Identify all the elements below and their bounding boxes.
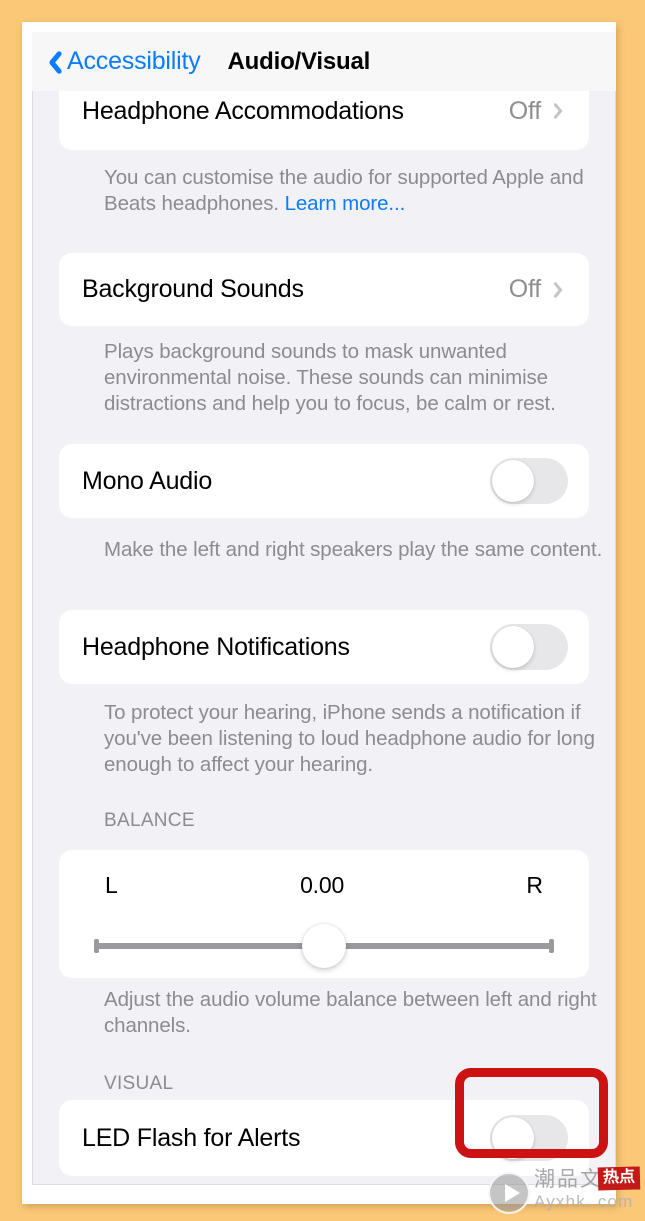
row-label-headphone-notifications: Headphone Notifications	[82, 632, 350, 661]
row-label-led-flash-for-alerts: LED Flash for Alerts	[82, 1123, 301, 1152]
learn-more-link[interactable]: Learn more...	[285, 192, 406, 215]
footer-headphone-accommodations: You can customise the audio for supporte…	[104, 165, 604, 217]
footer-headphone-notifications: To protect your hearing, iPhone sends a …	[104, 701, 595, 776]
balance-right-label: R	[526, 872, 543, 898]
row-headphone-notifications[interactable]: Headphone Notifications	[59, 610, 589, 684]
row-led-flash-for-alerts[interactable]: LED Flash for Alerts	[59, 1100, 589, 1176]
play-circle-icon	[488, 1172, 530, 1214]
watermark-text: 潮品文 Ayxhk. com 热点	[534, 1166, 641, 1212]
watermark-cn-text: 潮品文	[534, 1168, 603, 1191]
navigation-bar: Accessibility Audio/Visual	[32, 32, 616, 91]
chevron-right-icon	[557, 280, 568, 300]
back-button[interactable]: Accessibility	[43, 47, 201, 77]
balance-value: 0.00	[300, 872, 345, 898]
toggle-knob	[492, 1117, 534, 1159]
balance-labels: L 0.00 R	[105, 872, 543, 899]
row-right-background-sounds: Off	[509, 275, 568, 304]
row-background-sounds[interactable]: Background Sounds Off	[59, 253, 589, 326]
page-title: Audio/Visual	[227, 47, 371, 75]
row-mono-audio[interactable]: Mono Audio	[59, 444, 589, 518]
slider-endcap-right	[549, 939, 554, 953]
balance-card: L 0.00 R	[59, 850, 589, 978]
toggle-knob	[492, 626, 534, 668]
watermark-site: Ayxhk. com	[534, 1192, 634, 1211]
chevron-right-icon	[557, 101, 568, 121]
row-label-background-sounds: Background Sounds	[82, 275, 304, 303]
headphone-notifications-toggle[interactable]	[490, 624, 568, 670]
watermark-badge: 热点	[597, 1166, 641, 1191]
footer-background-sounds: Plays background sounds to mask unwanted…	[104, 340, 556, 415]
toggle-knob	[492, 460, 534, 502]
row-right-headphone-accommodations: Off	[509, 97, 568, 126]
back-button-label: Accessibility	[67, 47, 201, 75]
balance-slider[interactable]	[94, 924, 554, 968]
footer-mono-audio: Make the left and right speakers play th…	[104, 538, 603, 561]
settings-scroll-body[interactable]: Headphone Accommodations Off You can cus…	[32, 32, 616, 1185]
slider-thumb[interactable]	[302, 924, 346, 968]
row-label-headphone-accommodations: Headphone Accommodations	[82, 96, 404, 125]
chevron-left-icon	[43, 47, 60, 77]
watermark: 潮品文 Ayxhk. com 热点	[488, 1166, 645, 1221]
section-header-visual: VISUAL	[104, 1073, 174, 1094]
slider-endcap-left	[94, 939, 99, 953]
footer-balance: Adjust the audio volume balance between …	[104, 988, 597, 1037]
balance-left-label: L	[105, 872, 118, 898]
led-flash-toggle[interactable]	[490, 1115, 568, 1161]
row-value-headphone-accommodations: Off	[508, 96, 541, 125]
row-label-mono-audio: Mono Audio	[82, 466, 213, 495]
device-frame: Headphone Accommodations Off You can cus…	[22, 22, 616, 1204]
section-header-balance: BALANCE	[104, 810, 195, 831]
mono-audio-toggle[interactable]	[490, 458, 568, 504]
row-value-background-sounds: Off	[508, 275, 541, 303]
